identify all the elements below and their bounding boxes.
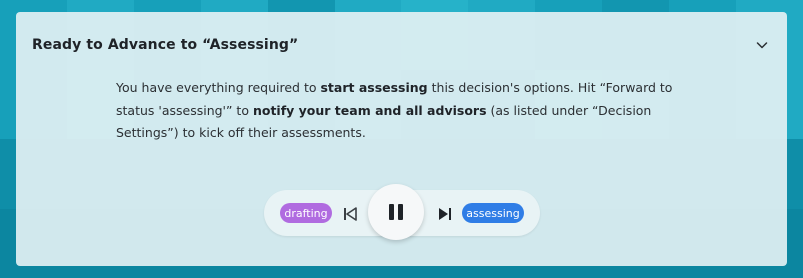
status-transition-control: drafting assessing: [264, 184, 540, 240]
current-status-badge: drafting: [280, 203, 332, 223]
advance-status-panel: Ready to Advance to “Assessing” You have…: [16, 12, 787, 266]
collapse-button[interactable]: [753, 36, 771, 54]
emphasis-start-assessing: start assessing: [320, 80, 428, 95]
skip-back-icon: [344, 207, 357, 221]
skip-forward-icon: [439, 208, 451, 220]
emphasis-notify-team: notify your team and all advisors: [252, 102, 487, 118]
pause-button[interactable]: [368, 184, 424, 240]
forward-status-button[interactable]: [438, 206, 452, 220]
panel-message: You have everything required to start as…: [116, 80, 673, 140]
previous-status-button[interactable]: [343, 206, 357, 221]
next-status-badge: assessing: [462, 203, 524, 223]
panel-title: Ready to Advance to “Assessing”: [32, 37, 299, 53]
pause-icon: [389, 204, 403, 220]
chevron-down-icon: [756, 42, 768, 49]
